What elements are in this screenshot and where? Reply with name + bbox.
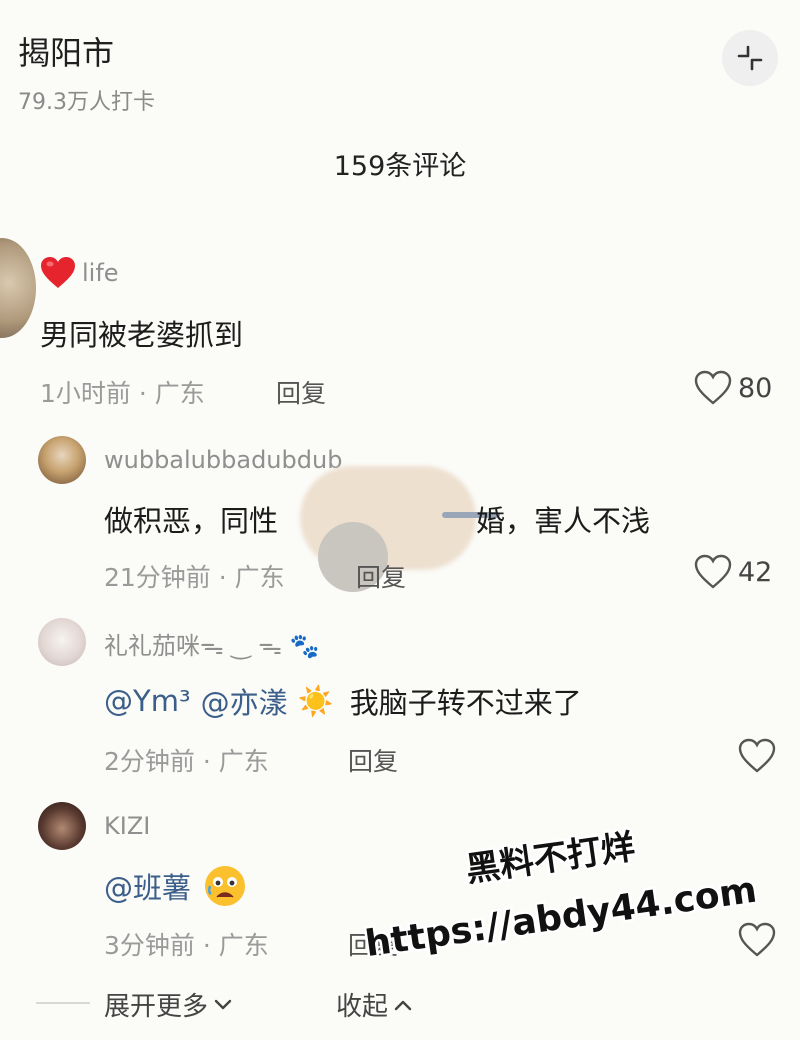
heart-outline-icon: [738, 738, 776, 773]
mention-link[interactable]: @Ym³: [104, 684, 191, 718]
watermark: 黑料不打烊 https://abdy44.com: [360, 825, 761, 960]
avatar[interactable]: [0, 238, 36, 338]
location-title: 揭阳市: [18, 34, 115, 72]
divider: [36, 1002, 90, 1004]
comment-username[interactable]: life: [82, 259, 119, 287]
like-count: 42: [738, 556, 773, 588]
avatar[interactable]: [38, 802, 86, 850]
mention-link[interactable]: @亦漾: [201, 680, 288, 722]
reply-username[interactable]: KIZI: [104, 812, 150, 840]
reply-text-row: @班薯: [104, 864, 247, 908]
heart-emoji-icon: [41, 257, 75, 288]
expand-more-label: 展开更多: [104, 992, 209, 1022]
reply-button[interactable]: 回复: [276, 374, 326, 410]
reply-text-row: @Ym³ @亦漾 ☀️ 我脑子转不过来了: [104, 680, 582, 722]
reply-meta: 3分钟前 · 广东: [104, 931, 269, 960]
collapse-button[interactable]: [722, 30, 778, 86]
like-button[interactable]: 80: [694, 370, 772, 406]
reply-meta: 2分钟前 · 广东: [104, 747, 269, 776]
avatar[interactable]: [38, 618, 86, 666]
comments-title: 159条评论: [333, 151, 467, 182]
expand-more-button[interactable]: 展开更多: [104, 986, 232, 1023]
reply-button[interactable]: 回复: [348, 742, 398, 778]
anxious-face-emoji-icon: [205, 866, 246, 906]
comment-text: 男同被老婆抓到: [40, 318, 244, 352]
comment-meta: 1小时前 · 广东: [40, 379, 205, 408]
reply-username[interactable]: 礼礼茄咪ᯓ ‿ ᯓ 🐾: [104, 626, 319, 662]
checkin-count: 79.3万人打卡: [18, 90, 155, 115]
watermark-line2: https://abdy44.com: [363, 870, 759, 960]
comment-username-row: life: [40, 256, 119, 290]
mention-link[interactable]: @班薯: [104, 865, 191, 907]
reply-text-start: 做积恶，同性: [104, 504, 279, 538]
collapse-button[interactable]: 收起: [336, 986, 412, 1023]
heart-outline-icon: [694, 370, 732, 405]
heart-outline-icon: [694, 554, 732, 589]
chevron-down-icon: [214, 999, 232, 1009]
sun-emoji-icon: ☀️: [297, 683, 334, 718]
like-count: 80: [738, 372, 773, 404]
reply-text-end: 婚，害人不浅: [476, 504, 651, 538]
collapse-icon: [737, 45, 763, 71]
watermark-line1: 黑料不打烊: [464, 827, 638, 890]
reply-text: 我脑子转不过来了: [349, 686, 582, 720]
reply-button[interactable]: 回复: [356, 558, 406, 594]
like-button[interactable]: 42: [694, 554, 772, 590]
chevron-up-icon: [394, 1000, 412, 1010]
collapse-label: 收起: [336, 992, 389, 1022]
reply-username[interactable]: wubbalubbadubdub: [104, 446, 342, 474]
like-button[interactable]: [738, 738, 776, 774]
reply-meta: 21分钟前 · 广东: [104, 563, 285, 592]
avatar[interactable]: [38, 436, 86, 484]
